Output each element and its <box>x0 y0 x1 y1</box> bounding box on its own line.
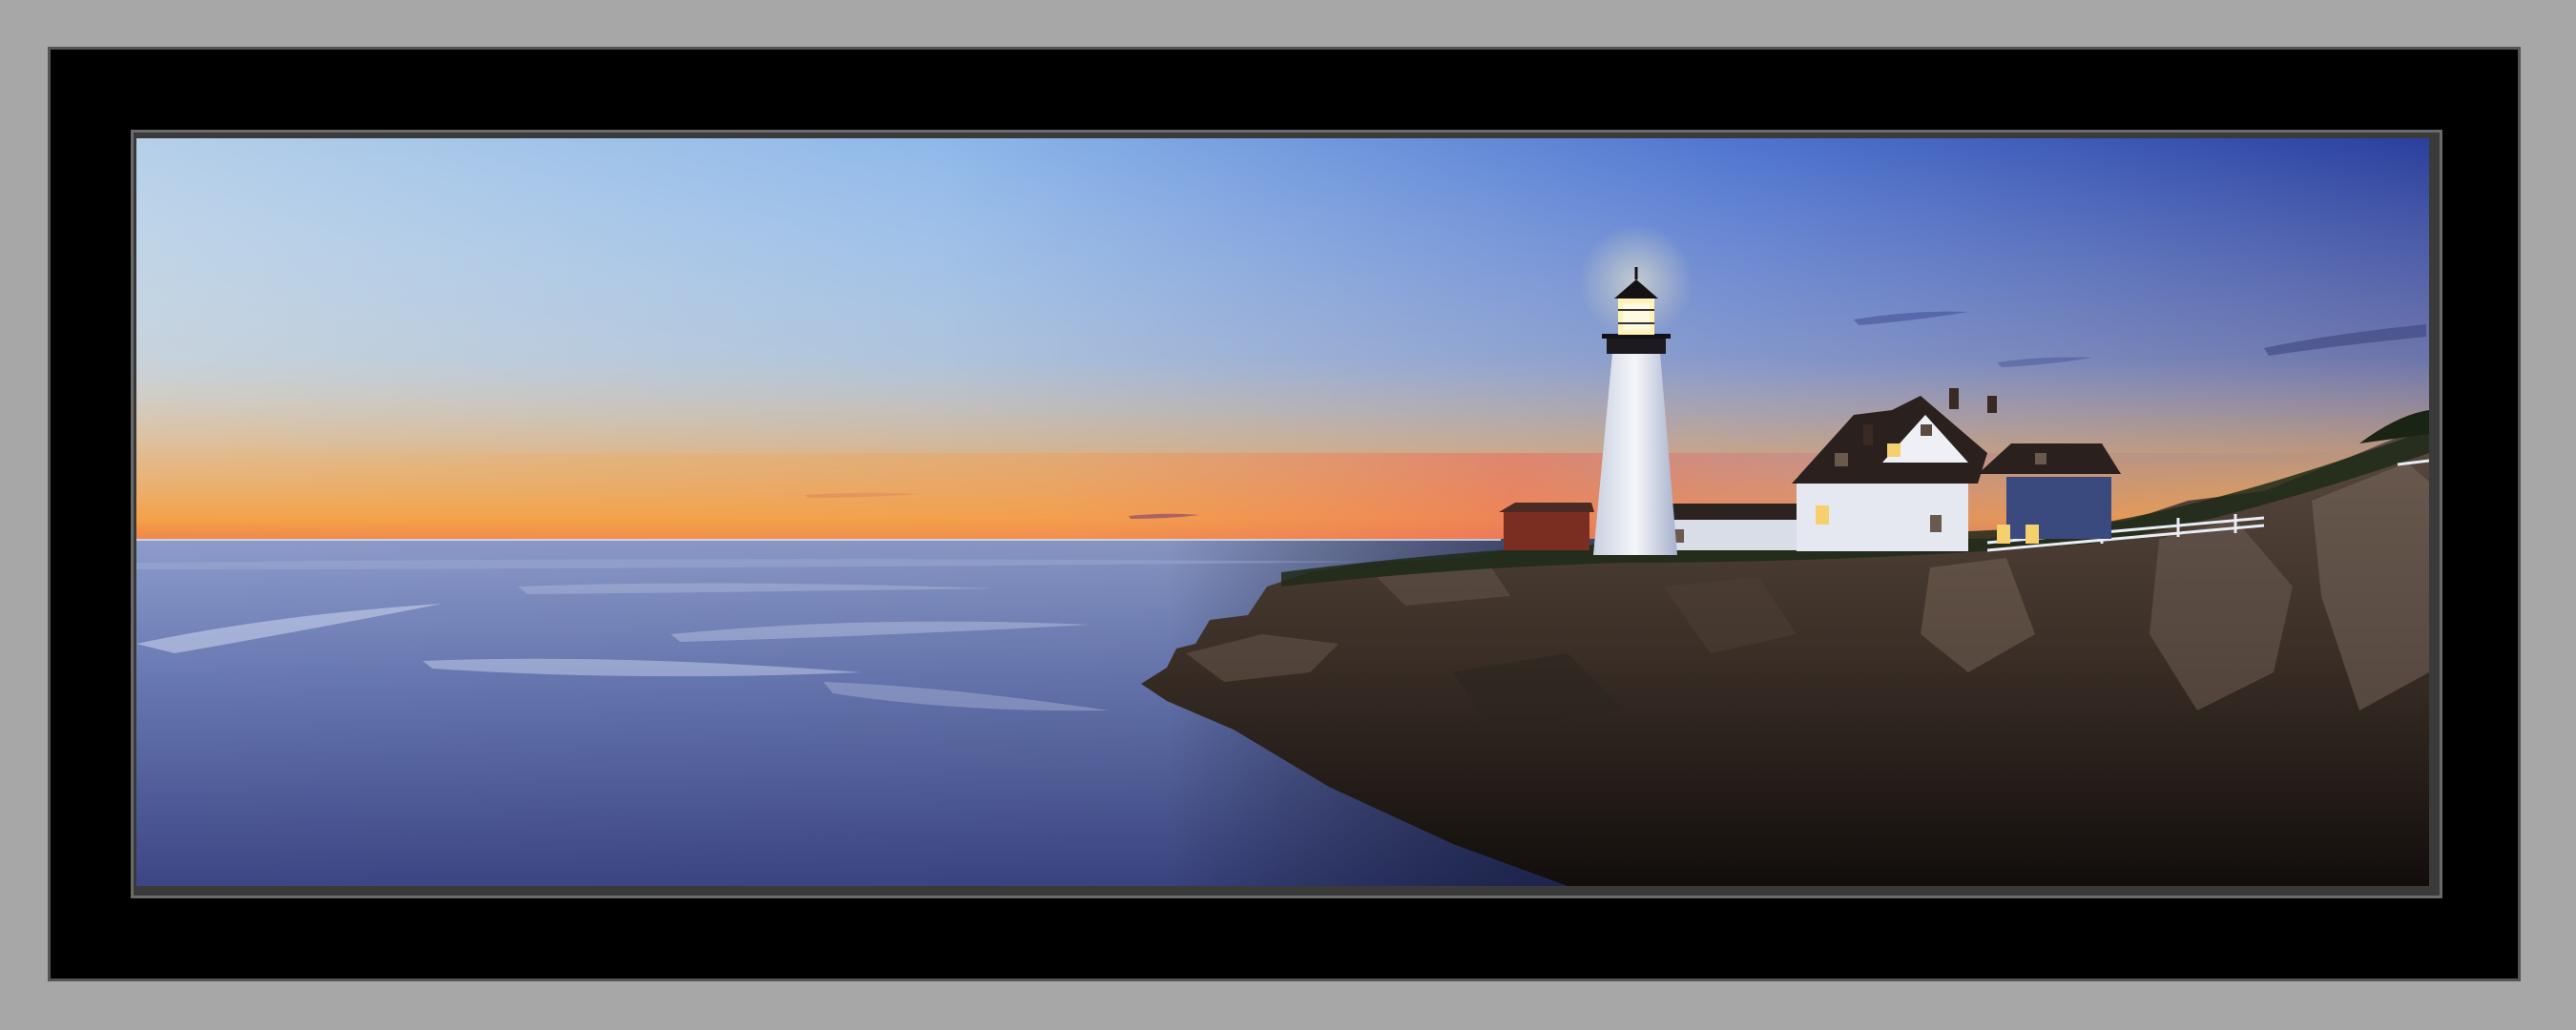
framed-photograph <box>136 138 2429 886</box>
